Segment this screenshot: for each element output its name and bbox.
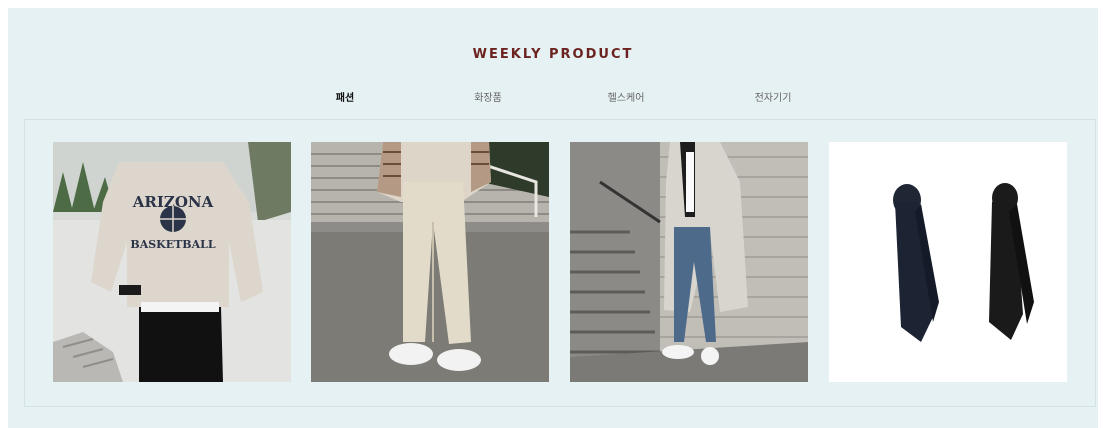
product-card-pants[interactable] [311,142,549,382]
product-grid: ARIZONA BASKETBALL [24,119,1096,407]
section-title: WEEKLY PRODUCT [472,47,634,62]
product-card-neckties[interactable] [829,142,1067,382]
category-tabs: 패션 화장품 헬스케어 전자기기 [8,89,1098,109]
tab-electronics[interactable]: 전자기기 [713,89,833,104]
product-image: ARIZONA BASKETBALL [53,142,291,382]
product-card-trench-coat[interactable] [570,142,808,382]
tab-fashion[interactable]: 패션 [285,89,405,104]
sweatshirt-print-bottom: BASKETBALL [130,238,215,251]
weekly-product-section: WEEKLY PRODUCT 패션 화장품 헬스케어 전자기기 ARIZONA [8,8,1098,428]
product-card-sweatshirt[interactable]: ARIZONA BASKETBALL [53,142,291,382]
product-image [829,142,1067,382]
tab-cosmetics[interactable]: 화장품 [428,89,548,104]
product-image [311,142,549,382]
product-image [570,142,808,382]
tab-healthcare[interactable]: 헬스케어 [566,89,686,104]
